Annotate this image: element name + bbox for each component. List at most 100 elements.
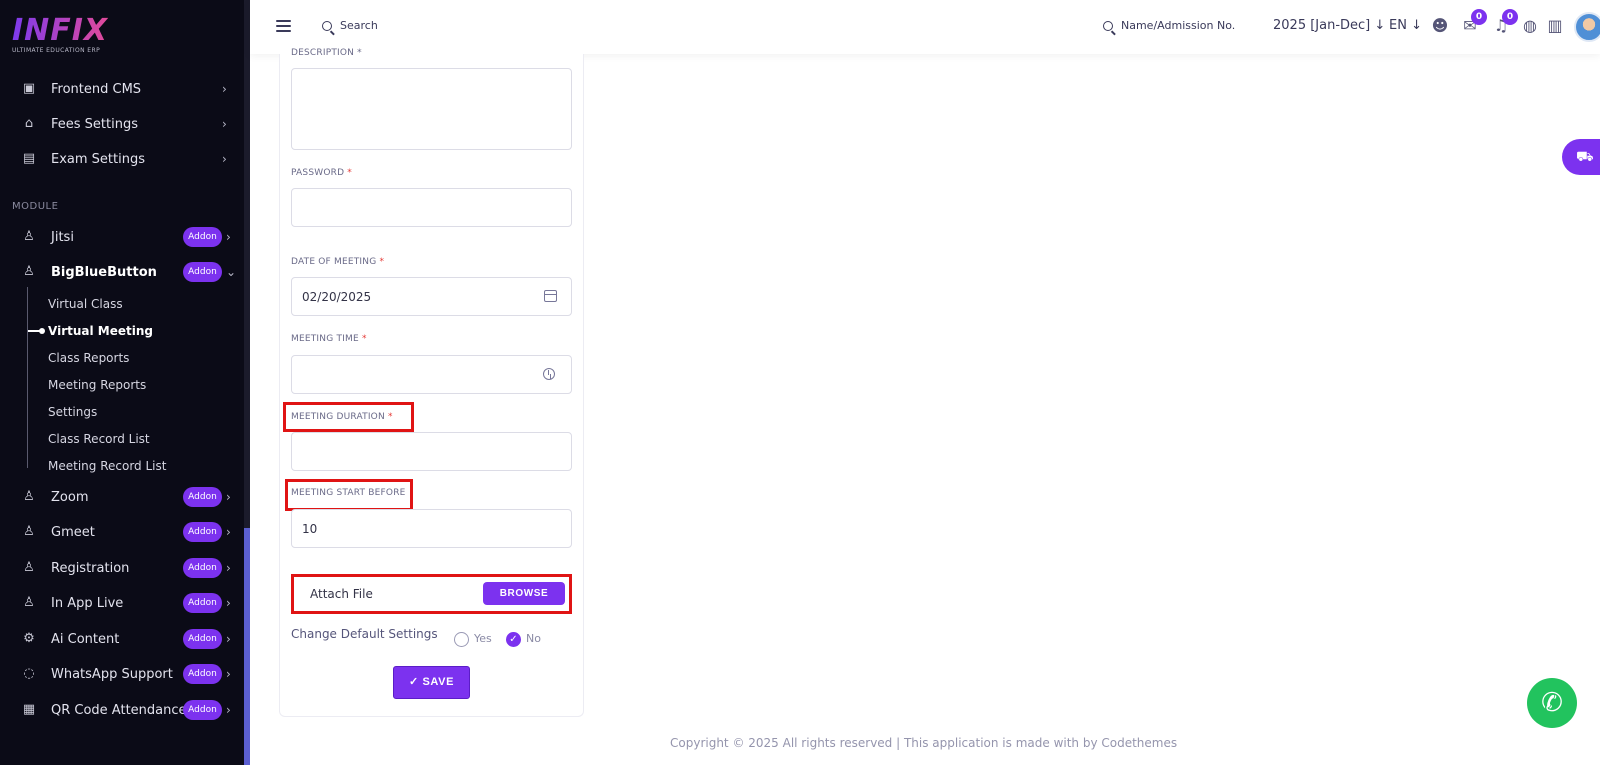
browse-button[interactable]: BROWSE	[483, 582, 565, 605]
chevron-right-icon: ›	[222, 117, 227, 131]
password-label: PASSWORD *	[291, 168, 352, 178]
cart-float-button[interactable]: ⛟	[1562, 139, 1600, 175]
module-section-label: MODULE	[12, 201, 59, 212]
search-placeholder: Search	[340, 19, 378, 32]
sidebar-item-label: Fees Settings	[51, 116, 138, 132]
sidebar-item-in-app-live[interactable]: ♙ In App Live Addon ›	[0, 588, 244, 618]
chevron-right-icon: ›	[226, 230, 231, 244]
academic-year-value: 2025 [Jan-Dec]	[1273, 18, 1371, 33]
date-label: DATE OF MEETING *	[291, 257, 385, 267]
attach-file-label: Attach File	[310, 587, 373, 601]
sidebar-item-qr-code-attendance[interactable]: ▦ QR Code Attendance Addon ›	[0, 695, 244, 725]
chevron-right-icon: ›	[222, 82, 227, 96]
radio-no-label: No	[526, 632, 541, 645]
submenu-item-virtual-class[interactable]: Virtual Class	[48, 297, 123, 311]
addon-badge: Addon	[183, 487, 222, 507]
chevron-right-icon: ›	[226, 596, 231, 610]
language-value: EN	[1389, 18, 1407, 33]
sidebar-item-exam-settings[interactable]: ▤ Exam Settings ›	[0, 144, 244, 174]
time-input[interactable]	[291, 355, 572, 394]
password-input[interactable]	[291, 188, 572, 227]
chart-icon[interactable]: ▥	[1545, 16, 1565, 36]
globe-icon[interactable]: ◍	[1520, 16, 1540, 36]
radio-no[interactable]: ✓	[506, 632, 521, 647]
attach-file-field[interactable]: Attach File BROWSE	[294, 577, 569, 611]
submenu-item-meeting-record-list[interactable]: Meeting Record List	[48, 459, 166, 473]
search-icon	[1103, 20, 1113, 31]
sidebar-item-label: Gmeet	[51, 524, 95, 540]
sidebar-item-whatsapp-support[interactable]: ◌ WhatsApp Support Addon ›	[0, 659, 244, 689]
bell-icon[interactable]: ♫ 0	[1491, 9, 1518, 36]
logo-text: INFIX	[12, 13, 109, 48]
start-before-input[interactable]: 10	[291, 509, 572, 548]
addon-badge: Addon	[183, 593, 222, 613]
date-value: 02/20/2025	[302, 290, 372, 304]
hamburger-menu-icon[interactable]	[276, 20, 291, 33]
sidebar-item-fees-settings[interactable]: ⌂ Fees Settings ›	[0, 109, 244, 139]
submenu-item-virtual-meeting[interactable]: Virtual Meeting	[48, 324, 153, 338]
sidebar-item-ai-content[interactable]: ⚙ Ai Content Addon ›	[0, 624, 244, 654]
addon-badge: Addon	[183, 558, 222, 578]
language-select[interactable]: EN ↓	[1389, 18, 1422, 33]
duration-input[interactable]	[291, 432, 572, 471]
sidebar-item-jitsi[interactable]: ♙ Jitsi Addon ›	[0, 222, 244, 252]
chevron-right-icon: ›	[226, 490, 231, 504]
chevron-right-icon: ›	[222, 152, 227, 166]
addon-badge: Addon	[183, 700, 222, 720]
start-before-value: 10	[302, 522, 318, 536]
addon-badge: Addon	[183, 227, 222, 247]
addon-badge: Addon	[183, 262, 222, 282]
calendar-icon[interactable]	[544, 290, 557, 302]
sidebar-item-label: Zoom	[51, 489, 89, 505]
academic-year-select[interactable]: 2025 [Jan-Dec] ↓	[1273, 18, 1385, 33]
robot-icon: ⚙	[23, 631, 35, 646]
sidebar-item-label: Exam Settings	[51, 151, 145, 167]
submenu-item-meeting-reports[interactable]: Meeting Reports	[48, 378, 146, 392]
sidebar-item-bigbluebutton[interactable]: ♙ BigBlueButton Addon ⌄	[0, 257, 244, 287]
chevron-right-icon: ›	[226, 525, 231, 539]
chevron-right-icon: ›	[226, 703, 231, 717]
search-icon	[322, 20, 332, 31]
sidebar-item-frontend-cms[interactable]: ▣ Frontend CMS ›	[0, 74, 244, 104]
scrollbar-thumb[interactable]	[244, 528, 250, 765]
qr-code-icon: ▦	[22, 702, 36, 717]
admission-search-placeholder: Name/Admission No.	[1121, 19, 1236, 32]
message-count-badge: 0	[1471, 9, 1487, 25]
admission-search[interactable]: Name/Admission No.	[1103, 19, 1235, 32]
sidebar-scrollbar[interactable]	[244, 0, 250, 765]
bank-icon: ⌂	[24, 116, 34, 131]
clock-icon[interactable]	[543, 368, 555, 380]
save-label: SAVE	[422, 676, 455, 688]
top-search[interactable]: Search	[322, 19, 378, 32]
robot-icon[interactable]: ☻	[1430, 16, 1450, 36]
avatar[interactable]	[1574, 12, 1600, 42]
sidebar-item-label: BigBlueButton	[51, 264, 157, 280]
whatsapp-icon: ✆	[1541, 688, 1563, 718]
sidebar-item-registration[interactable]: ♙ Registration Addon ›	[0, 553, 244, 583]
chevron-right-icon: ›	[226, 632, 231, 646]
sidebar-item-zoom[interactable]: ♙ Zoom Addon ›	[0, 482, 244, 512]
description-label: DESCRIPTION *	[291, 48, 362, 58]
check-icon: ✓	[408, 676, 423, 688]
active-indicator	[28, 328, 45, 334]
addon-badge: Addon	[183, 629, 222, 649]
time-label: MEETING TIME *	[291, 334, 367, 344]
person-icon: ♙	[23, 595, 35, 610]
sidebar-item-label: WhatsApp Support	[51, 666, 173, 682]
person-icon: ♙	[23, 524, 35, 539]
sidebar-item-gmeet[interactable]: ♙ Gmeet Addon ›	[0, 517, 244, 547]
submenu-item-class-record-list[interactable]: Class Record List	[48, 432, 150, 446]
book-icon: ▤	[22, 151, 36, 166]
description-textarea[interactable]	[291, 68, 572, 150]
save-button[interactable]: ✓ SAVE	[393, 666, 470, 699]
date-input[interactable]: 02/20/2025	[291, 277, 572, 316]
message-icon[interactable]: ✉ 0	[1460, 9, 1487, 36]
topbar: Search Name/Admission No. 2025 [Jan-Dec]…	[250, 0, 1600, 54]
radio-yes[interactable]	[454, 632, 469, 647]
submenu-item-class-reports[interactable]: Class Reports	[48, 351, 129, 365]
footer-copyright: Copyright © 2025 All rights reserved | T…	[670, 736, 1178, 750]
submenu-item-settings[interactable]: Settings	[48, 405, 97, 419]
arrow-down-icon: ↓	[1411, 18, 1422, 33]
app-logo[interactable]: INFIX ULTIMATE EDUCATION ERP	[12, 13, 109, 55]
whatsapp-float-button[interactable]: ✆	[1527, 678, 1577, 728]
